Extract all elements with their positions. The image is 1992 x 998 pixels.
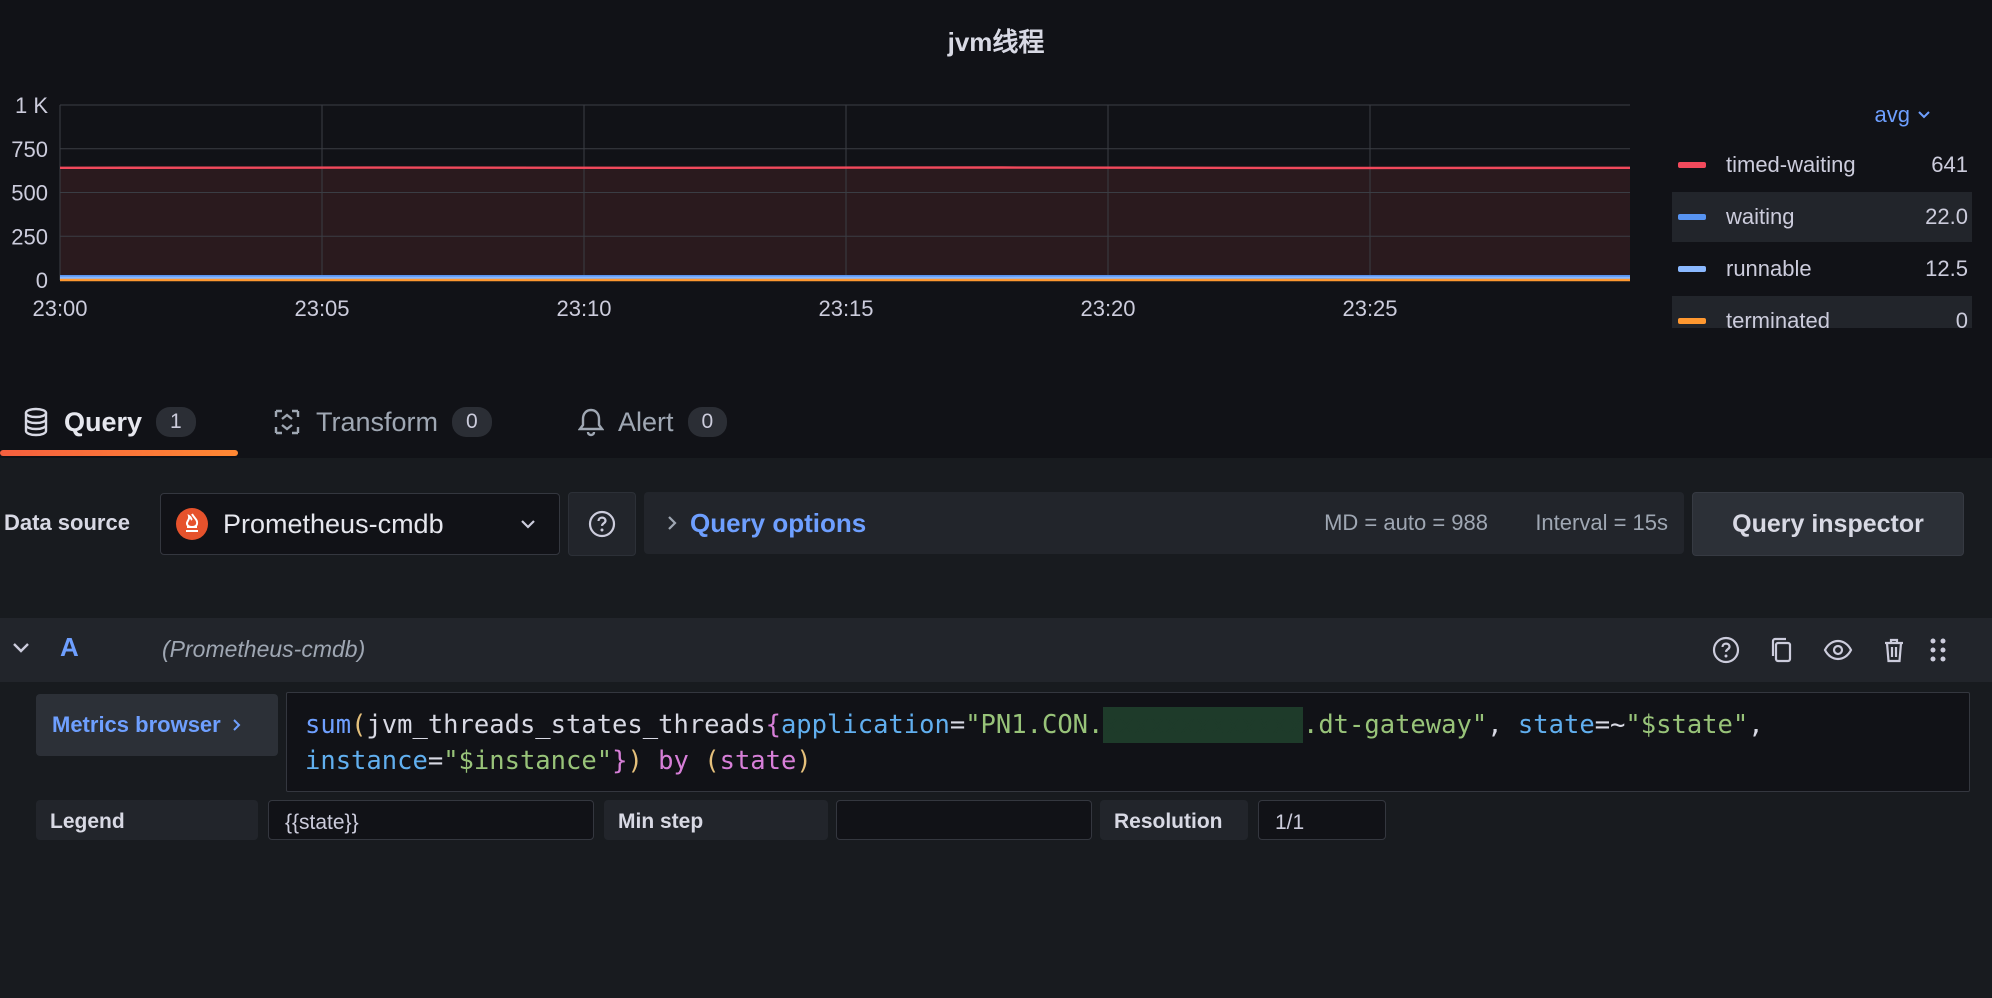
help-circle-icon[interactable] <box>1710 634 1742 666</box>
series-line-timed-waiting <box>60 168 1630 169</box>
query-ref-id[interactable]: A <box>60 632 79 663</box>
expr-value-application-suffix: .dt-gateway" <box>1303 710 1487 740</box>
tab-alert-count: 0 <box>688 407 728 437</box>
legend-calc-sort[interactable]: avg <box>1875 102 1932 128</box>
query-inspector-button[interactable]: Query inspector <box>1692 492 1964 556</box>
series-area-fill <box>60 168 1630 280</box>
legend-format-input[interactable]: {{state}} <box>268 800 594 840</box>
datasource-label: Data source <box>0 492 154 554</box>
min-step-input[interactable] <box>836 800 1092 840</box>
expr-keyword-by: by <box>658 746 689 776</box>
min-step-label: Min step <box>604 800 828 840</box>
bell-icon <box>578 407 604 437</box>
expr-group-label: state <box>720 746 797 776</box>
interval-info: Interval = 15s <box>1535 510 1668 536</box>
query-options-bar[interactable]: Query options MD = auto = 988 Interval =… <box>644 492 1684 554</box>
chevron-down-icon <box>1916 107 1932 123</box>
metrics-browser-label: Metrics browser <box>52 712 221 738</box>
tab-query-count: 1 <box>156 407 196 437</box>
chart-legend: avg timed-waiting 641 waiting 22.0 runna… <box>1668 92 1972 328</box>
resolution-label: Resolution <box>1100 800 1248 840</box>
tab-alert[interactable]: Alert 0 <box>578 390 727 454</box>
legend-item-value: 641 <box>1931 152 1968 178</box>
legend-item-name: timed-waiting <box>1726 152 1931 178</box>
expr-value-state: "$state" <box>1625 710 1748 740</box>
trash-icon[interactable] <box>1878 634 1910 666</box>
series-color-swatch <box>1678 214 1706 220</box>
tab-query[interactable]: Query 1 <box>22 390 196 454</box>
chevron-down-icon <box>519 515 537 533</box>
eye-icon[interactable] <box>1822 634 1854 666</box>
time-series-chart[interactable]: 0 250 500 750 1 K 23:00 23:05 23:10 23:15 23:20 23… <box>0 90 1650 330</box>
expr-label-instance: instance <box>305 746 428 776</box>
x-tick-label: 23:25 <box>1342 296 1397 321</box>
y-tick-label: 500 <box>11 181 48 206</box>
help-circle-icon <box>587 509 617 539</box>
tab-transform-count: 0 <box>452 407 492 437</box>
expr-value-application: "PN1.CON. <box>965 710 1103 740</box>
max-data-points-info: MD = auto = 988 <box>1324 510 1488 536</box>
promql-query-editor[interactable]: sum(jvm_threads_states_threads{applicati… <box>286 692 1970 792</box>
legend-item-waiting[interactable]: waiting 22.0 <box>1672 192 1972 242</box>
x-tick-label: 23:05 <box>294 296 349 321</box>
active-tab-indicator <box>0 450 238 456</box>
legend-item-runnable[interactable]: runnable 12.5 <box>1672 244 1972 294</box>
series-color-swatch <box>1678 162 1706 168</box>
legend-format-label: Legend <box>36 800 258 840</box>
database-icon <box>22 407 50 437</box>
y-tick-label: 0 <box>36 268 48 293</box>
chevron-right-icon <box>664 514 680 532</box>
legend-item-value: 0 <box>1956 308 1968 328</box>
x-tick-label: 23:10 <box>556 296 611 321</box>
legend-item-value: 12.5 <box>1925 256 1968 282</box>
duplicate-query-icon[interactable] <box>1766 634 1798 666</box>
metrics-browser-button[interactable]: Metrics browser <box>36 694 278 756</box>
expr-label-state: state <box>1518 710 1595 740</box>
legend-calc-label: avg <box>1875 102 1910 128</box>
chevron-right-icon <box>231 717 243 733</box>
legend-item-name: runnable <box>1726 256 1925 282</box>
x-tick-label: 23:15 <box>818 296 873 321</box>
legend-item-name: waiting <box>1726 204 1925 230</box>
y-tick-label: 750 <box>11 137 48 162</box>
resolution-select[interactable]: 1/1 <box>1258 800 1386 840</box>
expr-value-instance: "$instance" <box>443 746 612 776</box>
expr-function: sum <box>305 710 351 740</box>
datasource-help-button[interactable] <box>568 492 636 556</box>
y-tick-label: 1 K <box>15 93 48 118</box>
legend-item-timed-waiting[interactable]: timed-waiting 641 <box>1672 140 1972 190</box>
datasource-name: Prometheus-cmdb <box>223 509 444 540</box>
legend-item-value: 22.0 <box>1925 204 1968 230</box>
redacted-text: xxxxxxxxxxxxx <box>1103 707 1303 743</box>
query-options-title: Query options <box>690 508 866 539</box>
datasource-picker[interactable]: Prometheus-cmdb <box>160 493 560 555</box>
legend-item-terminated[interactable]: terminated 0 <box>1672 296 1972 328</box>
y-tick-label: 250 <box>11 224 48 249</box>
collapse-row-icon[interactable] <box>8 632 34 664</box>
x-tick-label: 23:00 <box>32 296 87 321</box>
query-datasource-name: (Prometheus-cmdb) <box>162 636 365 663</box>
x-tick-label: 23:20 <box>1080 296 1135 321</box>
transform-icon <box>272 407 302 437</box>
expr-label-application: application <box>781 710 950 740</box>
tab-query-label: Query <box>64 407 142 438</box>
series-color-swatch <box>1678 266 1706 272</box>
prometheus-logo-icon <box>175 507 209 541</box>
panel-title: jvm线程 <box>0 22 1992 59</box>
legend-item-name: terminated <box>1726 308 1956 328</box>
expr-metric: jvm_threads_states_threads <box>366 710 765 740</box>
tab-transform-label: Transform <box>316 407 438 438</box>
tab-alert-label: Alert <box>618 407 674 438</box>
editor-tabs: Query 1 Transform 0 Alert 0 <box>0 390 1992 458</box>
tab-transform[interactable]: Transform 0 <box>272 390 492 454</box>
drag-handle-icon[interactable] <box>1922 634 1954 666</box>
series-color-swatch <box>1678 318 1706 324</box>
